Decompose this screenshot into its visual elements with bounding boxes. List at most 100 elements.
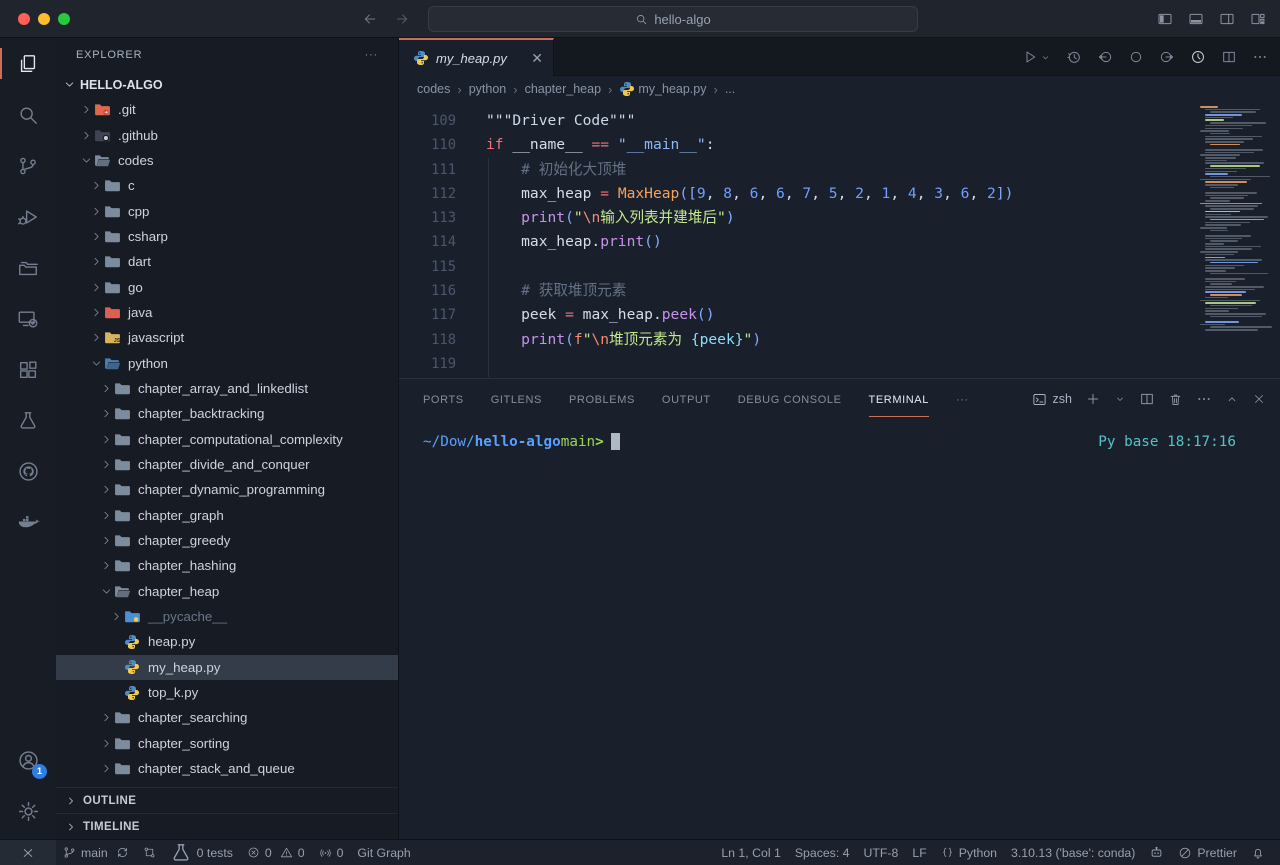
minimize-window-button[interactable] [38, 13, 50, 25]
code-line[interactable]: 118 print(f"\n堆顶元素为 {peek}") [399, 328, 1280, 352]
status-eol[interactable]: LF [905, 846, 933, 860]
tree-item-c[interactable]: c [56, 173, 398, 198]
panel-bottom-icon[interactable] [1188, 11, 1204, 27]
code-line[interactable]: 117 peek = max_heap.peek() [399, 303, 1280, 327]
status-prettier[interactable]: Prettier [1171, 846, 1244, 860]
tree-item-chapter_searching[interactable]: chapter_searching [56, 705, 398, 730]
tree-item-__pycache__[interactable]: __pycache__ [56, 604, 398, 629]
code-line[interactable]: 109"""Driver Code""" [399, 109, 1280, 133]
panel-tab-terminal[interactable]: TERMINAL [869, 382, 929, 417]
project-root-item[interactable]: HELLO-ALGO [56, 72, 398, 97]
code-line[interactable]: 116 # 获取堆顶元素 [399, 279, 1280, 303]
tree-item-codes[interactable]: codes [56, 148, 398, 173]
tree-item-python[interactable]: python [56, 350, 398, 375]
panel-tab-ports[interactable]: PORTS [423, 382, 464, 416]
tree-item-chapter_sorting[interactable]: chapter_sorting [56, 731, 398, 756]
tree-item-chapter_greedy[interactable]: chapter_greedy [56, 528, 398, 553]
tree-item-java[interactable]: java [56, 300, 398, 325]
tree-item-go[interactable]: go [56, 274, 398, 299]
close-tab-icon[interactable]: ✕ [531, 50, 543, 67]
breadcrumb-item[interactable]: python [469, 82, 507, 96]
nav-circle-icon[interactable] [1128, 49, 1144, 65]
tree-item-javascript[interactable]: JS javascript [56, 325, 398, 350]
panel-tab-···[interactable]: ··· [956, 382, 969, 416]
tab-my-heap-py[interactable]: my_heap.py ✕ [399, 38, 554, 76]
activity-remote-explorer[interactable] [0, 293, 56, 344]
panel-split-icon[interactable] [1139, 391, 1155, 407]
status-gitlens-compare[interactable] [136, 840, 163, 865]
activity-docker[interactable] [0, 497, 56, 548]
terminal-shell-chip[interactable]: zsh [1032, 392, 1072, 407]
tree-item-csharp[interactable]: csharp [56, 224, 398, 249]
panel-chev-up-icon[interactable] [1225, 392, 1239, 406]
activity-accounts[interactable]: 1 [0, 735, 56, 786]
code-line[interactable]: 112 max_heap = MaxHeap([9, 8, 6, 6, 7, 5… [399, 182, 1280, 206]
panel-right-icon[interactable] [1219, 11, 1235, 27]
more-icon[interactable] [1252, 49, 1268, 65]
panel-left-icon[interactable] [1157, 11, 1173, 27]
tree-item-.git[interactable]: .git [56, 97, 398, 122]
activity-explorer[interactable] [0, 38, 56, 89]
status-encoding[interactable]: UTF-8 [857, 846, 906, 860]
explorer-more-actions-icon[interactable]: ··· [365, 49, 378, 61]
command-center-search[interactable]: hello-algo [428, 6, 918, 32]
tree-item-.github[interactable]: .github [56, 122, 398, 147]
code-line[interactable]: 115 [399, 255, 1280, 279]
tree-item-chapter_hashing[interactable]: chapter_hashing [56, 553, 398, 578]
tree-item-top_k.py[interactable]: top_k.py [56, 680, 398, 705]
breadcrumb-item[interactable]: ... [725, 82, 735, 96]
panel-chev-down-icon[interactable] [1114, 393, 1126, 405]
panel-tab-problems[interactable]: PROBLEMS [569, 382, 635, 416]
status-assistant[interactable] [1142, 845, 1171, 860]
activity-search[interactable] [0, 89, 56, 140]
panel-plus-icon[interactable] [1085, 391, 1101, 407]
code-line[interactable]: 113 print("\n输入列表并建堆后") [399, 206, 1280, 230]
tree-item-chapter_stack_and_queue[interactable]: chapter_stack_and_queue [56, 756, 398, 781]
panel-trash-icon[interactable] [1168, 392, 1183, 407]
forward-arrow-icon[interactable] [394, 11, 410, 27]
outline-section[interactable]: OUTLINE [56, 787, 398, 813]
breadcrumb-item[interactable]: codes [417, 82, 450, 96]
activity-github[interactable] [0, 446, 56, 497]
tree-item-chapter_computational_complexity[interactable]: chapter_computational_complexity [56, 426, 398, 451]
back-arrow-icon[interactable] [362, 11, 378, 27]
status-branch[interactable]: main [56, 840, 136, 865]
activity-testing[interactable] [0, 395, 56, 446]
split-icon[interactable] [1221, 49, 1237, 65]
status-feedback[interactable]: 0 [312, 840, 351, 865]
panel-tab-output[interactable]: OUTPUT [662, 382, 711, 416]
nav-back-icon[interactable] [1097, 49, 1113, 65]
activity-extensions[interactable] [0, 344, 56, 395]
history-icon[interactable] [1066, 49, 1082, 65]
panel-tab-debug-console[interactable]: DEBUG CONSOLE [738, 382, 842, 416]
code-line[interactable]: 114 max_heap.print() [399, 230, 1280, 254]
tree-item-dart[interactable]: dart [56, 249, 398, 274]
run-button[interactable] [1022, 49, 1051, 65]
code-line[interactable]: 119 [399, 352, 1280, 376]
profile-icon[interactable] [1190, 49, 1206, 65]
close-window-button[interactable] [18, 13, 30, 25]
tree-item-chapter_divide_and_conquer[interactable]: chapter_divide_and_conquer [56, 452, 398, 477]
activity-folders[interactable] [0, 242, 56, 293]
zoom-window-button[interactable] [58, 13, 70, 25]
status-language-mode[interactable]: Python [934, 846, 1004, 860]
panel-more-icon[interactable] [1196, 391, 1212, 407]
code-line[interactable]: 110if __name__ == "__main__": [399, 133, 1280, 157]
code-line[interactable]: 111 # 初始化大顶堆 [399, 158, 1280, 182]
panel-close-icon[interactable] [1252, 392, 1266, 406]
breadcrumb-item[interactable]: chapter_heap [525, 82, 601, 96]
activity-source-control[interactable] [0, 140, 56, 191]
minimap[interactable] [1198, 106, 1262, 332]
panel-tab-gitlens[interactable]: GITLENS [491, 382, 542, 416]
tree-item-cpp[interactable]: cpp [56, 198, 398, 223]
activity-settings[interactable] [0, 786, 56, 837]
status-remote[interactable] [0, 840, 56, 865]
code-editor[interactable]: 109"""Driver Code"""110if __name__ == "_… [399, 102, 1280, 378]
nav-forward-icon[interactable] [1159, 49, 1175, 65]
status-tests[interactable]: 0 tests [163, 840, 240, 865]
status-notifications[interactable] [1244, 846, 1272, 860]
breadcrumb-item[interactable]: my_heap.py [619, 81, 706, 97]
layout-customize-icon[interactable] [1250, 11, 1266, 27]
tree-item-heap.py[interactable]: heap.py [56, 629, 398, 654]
window-controls[interactable] [18, 13, 70, 25]
